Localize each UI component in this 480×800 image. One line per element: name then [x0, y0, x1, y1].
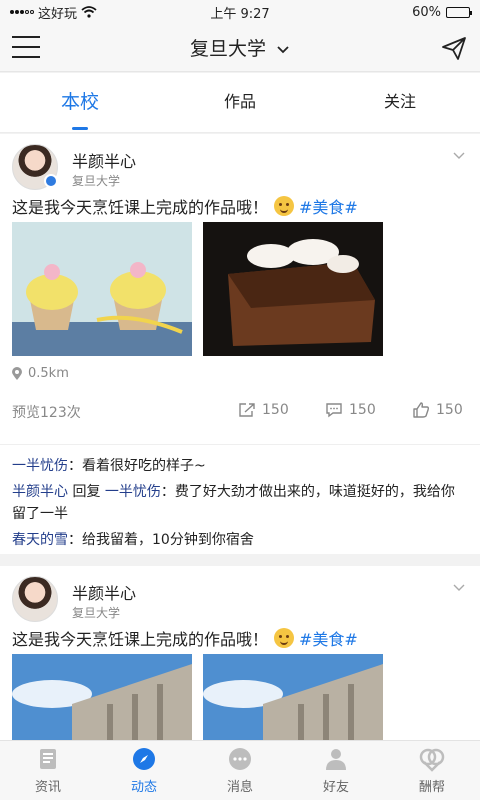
- school-selector[interactable]: 复旦大学: [0, 34, 480, 61]
- page-title: 复旦大学: [189, 38, 266, 60]
- post-text: 这是我今天烹饪课上完成的作品哦！ #美食#: [12, 194, 358, 218]
- location: 0.5km: [12, 366, 69, 381]
- cake-photo[interactable]: [203, 222, 383, 356]
- reply-target[interactable]: 一半忧伤: [105, 484, 161, 500]
- share-button[interactable]: 150: [238, 402, 289, 418]
- help-icon: [419, 748, 445, 772]
- nav-item-help[interactable]: 酬帮: [384, 741, 480, 800]
- comment-icon: [326, 403, 342, 418]
- building-photo[interactable]: [12, 654, 192, 740]
- comment-author[interactable]: 春天的雪: [12, 532, 68, 548]
- send-icon[interactable]: [440, 34, 468, 62]
- avatar[interactable]: [12, 576, 58, 622]
- tab-follow[interactable]: 关注: [320, 73, 480, 133]
- bottom-nav: 资讯 动态 消息 好友 酬帮: [0, 740, 480, 800]
- tab-works[interactable]: 作品: [160, 73, 320, 133]
- nav-item-messages[interactable]: 消息: [192, 741, 288, 800]
- share-icon: [239, 403, 255, 417]
- news-icon: [40, 749, 56, 769]
- compass-icon: [133, 748, 155, 770]
- battery-percent: 60%: [412, 4, 441, 20]
- comment-button[interactable]: 150: [325, 402, 376, 418]
- battery-icon: [446, 6, 472, 18]
- nav-item-friends[interactable]: 好友: [288, 741, 384, 800]
- smile-emoji-icon: [274, 628, 295, 648]
- chevron-down-icon[interactable]: [452, 148, 466, 162]
- cupcake-photo[interactable]: [12, 222, 192, 356]
- nav-item-news[interactable]: 资讯: [0, 741, 96, 800]
- user-school: 复旦大学: [72, 606, 121, 620]
- building-photo[interactable]: [203, 654, 383, 740]
- status-bar: 这好玩 上午 9:27 60%: [0, 0, 480, 24]
- like-button[interactable]: 150: [412, 402, 463, 418]
- chevron-down-icon: [277, 46, 289, 54]
- hashtag-link[interactable]: #美食#: [299, 626, 358, 650]
- friend-icon: [326, 749, 346, 770]
- chevron-down-icon[interactable]: [452, 580, 466, 594]
- comment-author[interactable]: 半颜半心: [12, 484, 68, 500]
- user-name[interactable]: 半颜半心: [72, 580, 136, 604]
- status-time: 上午 9:27: [210, 6, 270, 22]
- location-pin-icon: [12, 366, 22, 380]
- comment-item[interactable]: 春天的雪：给我留着，10分钟到你宿舍: [12, 529, 468, 551]
- post-card[interactable]: 半颜半心 复旦大学 这是我今天烹饪课上完成的作品哦！ #美食#: [0, 566, 480, 740]
- feed[interactable]: 半颜半心 复旦大学 这是我今天烹饪课上完成的作品哦！ #美食# 0.5km 预览…: [0, 134, 480, 740]
- tab-bar: 本校 作品 关注: [0, 73, 480, 133]
- nav-bar: 复旦大学: [0, 24, 480, 72]
- message-icon: [229, 748, 251, 770]
- comment-item[interactable]: 半颜半心 回复 一半忧伤：费了好大劲才做出来的，味道挺好的，我给你留了一半: [12, 481, 468, 525]
- hashtag-link[interactable]: #美食#: [299, 194, 358, 218]
- user-school: 复旦大学: [72, 174, 121, 188]
- user-name[interactable]: 半颜半心: [72, 148, 136, 172]
- thumbs-up-icon: [413, 402, 430, 418]
- smile-emoji-icon: [274, 196, 295, 216]
- post-card[interactable]: 半颜半心 复旦大学 这是我今天烹饪课上完成的作品哦！ #美食#: [0, 134, 480, 554]
- tab-school[interactable]: 本校: [0, 73, 160, 133]
- view-count: 预览123次: [12, 405, 81, 421]
- status-right: 60%: [412, 4, 472, 20]
- post-text: 这是我今天烹饪课上完成的作品哦！ #美食#: [12, 626, 358, 650]
- verified-icon: [44, 174, 58, 188]
- comment-item[interactable]: 一半忧伤：看着很好吃的样子~: [12, 455, 468, 477]
- comment-author[interactable]: 一半忧伤: [12, 458, 68, 474]
- comment-list: 一半忧伤：看着很好吃的样子~ 半颜半心 回复 一半忧伤：费了好大劲才做出来的，味…: [0, 444, 480, 555]
- nav-item-feed[interactable]: 动态: [96, 741, 192, 800]
- tab-indicator: [72, 127, 88, 130]
